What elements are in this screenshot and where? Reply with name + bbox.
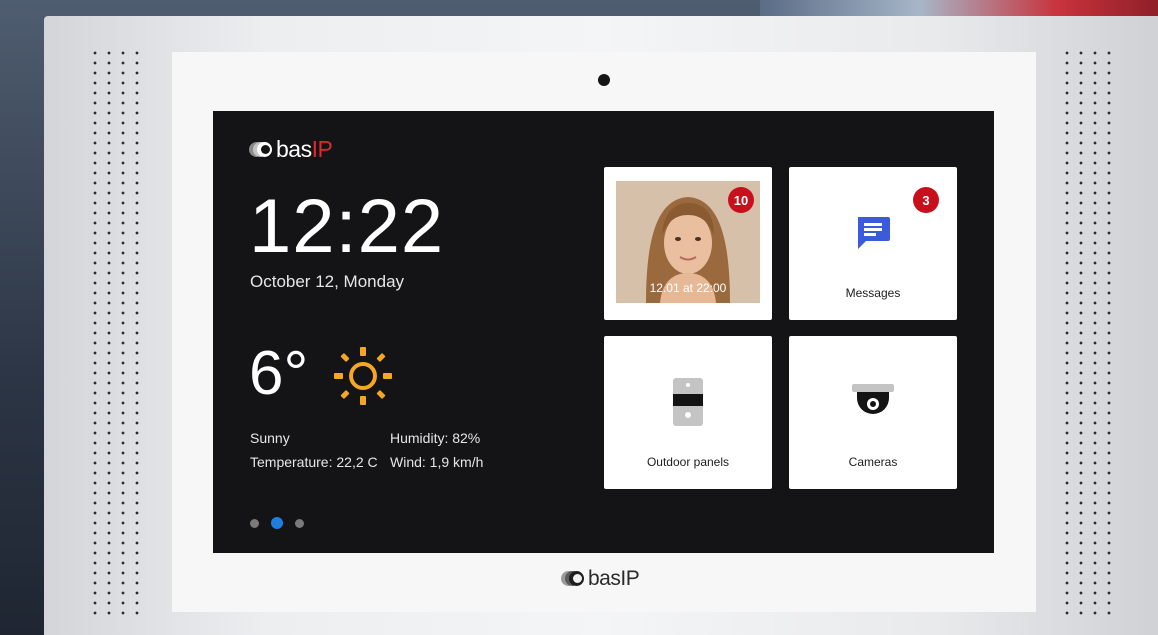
- sun-icon: [334, 347, 392, 405]
- unread-messages-badge: 3: [913, 187, 939, 213]
- speaker-grille-right: [1060, 48, 1118, 618]
- outdoor-panels-tile[interactable]: Outdoor panels: [604, 336, 772, 489]
- weather-temperature-detail: Temperature: 22,2 C: [250, 454, 378, 470]
- weather-wind: Wind: 1,9 km/h: [390, 454, 484, 470]
- message-icon: [858, 217, 890, 249]
- speaker-grille-left: [88, 48, 146, 618]
- screen-brand-logo: basIP: [249, 136, 333, 162]
- photo-timestamp: 12.01 at 22:00: [649, 281, 727, 295]
- page-dot-1[interactable]: [250, 518, 259, 528]
- page-dot-2-active[interactable]: [271, 517, 283, 529]
- basip-logo-icon: [249, 141, 273, 159]
- dome-camera-icon: [852, 384, 894, 414]
- front-camera-lens: [598, 74, 610, 86]
- page-dot-3[interactable]: [295, 518, 304, 528]
- weather-condition: Sunny: [250, 430, 290, 446]
- bezel-brand-logo: basIP: [561, 567, 640, 590]
- visitor-photo-tile[interactable]: 12.01 at 22:00 10: [604, 167, 772, 320]
- clock-time: 12:22: [249, 184, 445, 269]
- outdoor-panels-label: Outdoor panels: [646, 455, 730, 469]
- cameras-label: Cameras: [848, 455, 898, 469]
- intercom-panel-icon: [673, 378, 703, 426]
- bezel-brand-suffix: IP: [620, 567, 640, 590]
- unread-calls-badge: 10: [728, 187, 754, 213]
- brand-suffix: IP: [311, 136, 333, 162]
- weather-humidity: Humidity: 82%: [390, 430, 481, 446]
- cameras-tile[interactable]: Cameras: [789, 336, 957, 489]
- basip-logo-icon: [561, 570, 585, 588]
- bezel-brand-prefix: bas: [588, 567, 621, 590]
- weather-temperature: 6°: [249, 339, 309, 408]
- touch-screen: basIP 12:22 October 12, Monday 6° Sunny …: [213, 111, 994, 553]
- clock-date: October 12, Monday: [250, 272, 405, 291]
- brand-prefix: bas: [276, 136, 312, 162]
- page-indicator: [250, 517, 304, 529]
- messages-tile[interactable]: 3 Messages: [789, 167, 957, 320]
- messages-label: Messages: [845, 286, 901, 300]
